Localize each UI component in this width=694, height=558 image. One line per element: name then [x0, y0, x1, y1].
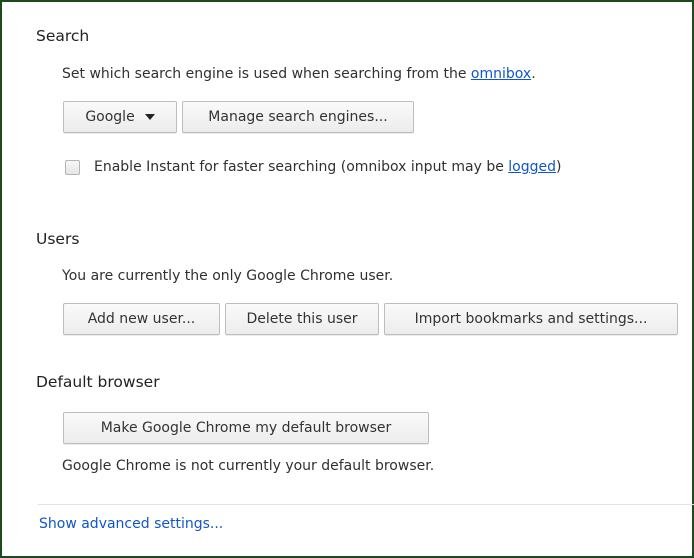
show-advanced-settings-link[interactable]: Show advanced settings... — [39, 516, 223, 532]
default-browser-status: Google Chrome is not currently your defa… — [62, 458, 435, 474]
default-browser-section-title: Default browser — [36, 373, 160, 391]
search-description-end: . — [531, 66, 536, 82]
import-bookmarks-button[interactable]: Import bookmarks and settings... — [384, 303, 678, 335]
search-description: Set which search engine is used when sea… — [62, 66, 536, 82]
search-section-title: Search — [36, 27, 90, 45]
search-engine-select[interactable]: Google — [63, 101, 177, 133]
logged-link[interactable]: logged — [508, 159, 556, 175]
omnibox-link[interactable]: omnibox — [471, 66, 531, 82]
divider — [38, 504, 694, 505]
add-new-user-button[interactable]: Add new user... — [63, 303, 220, 335]
enable-instant-text: Enable Instant for faster searching (omn… — [94, 159, 509, 175]
settings-panel: Search Set which search engine is used w… — [0, 0, 694, 558]
enable-instant-text-end: ) — [556, 159, 562, 175]
search-engine-select-value: Google — [85, 109, 135, 125]
users-section-title: Users — [36, 230, 80, 248]
chevron-down-icon — [144, 114, 155, 120]
make-default-browser-button[interactable]: Make Google Chrome my default browser — [63, 412, 429, 444]
users-description: You are currently the only Google Chrome… — [62, 268, 394, 284]
search-description-text: Set which search engine is used when sea… — [62, 66, 471, 82]
enable-instant-checkbox[interactable] — [65, 160, 80, 175]
manage-search-engines-button[interactable]: Manage search engines... — [182, 101, 414, 133]
delete-user-button[interactable]: Delete this user — [225, 303, 379, 335]
enable-instant-label: Enable Instant for faster searching (omn… — [94, 159, 561, 175]
